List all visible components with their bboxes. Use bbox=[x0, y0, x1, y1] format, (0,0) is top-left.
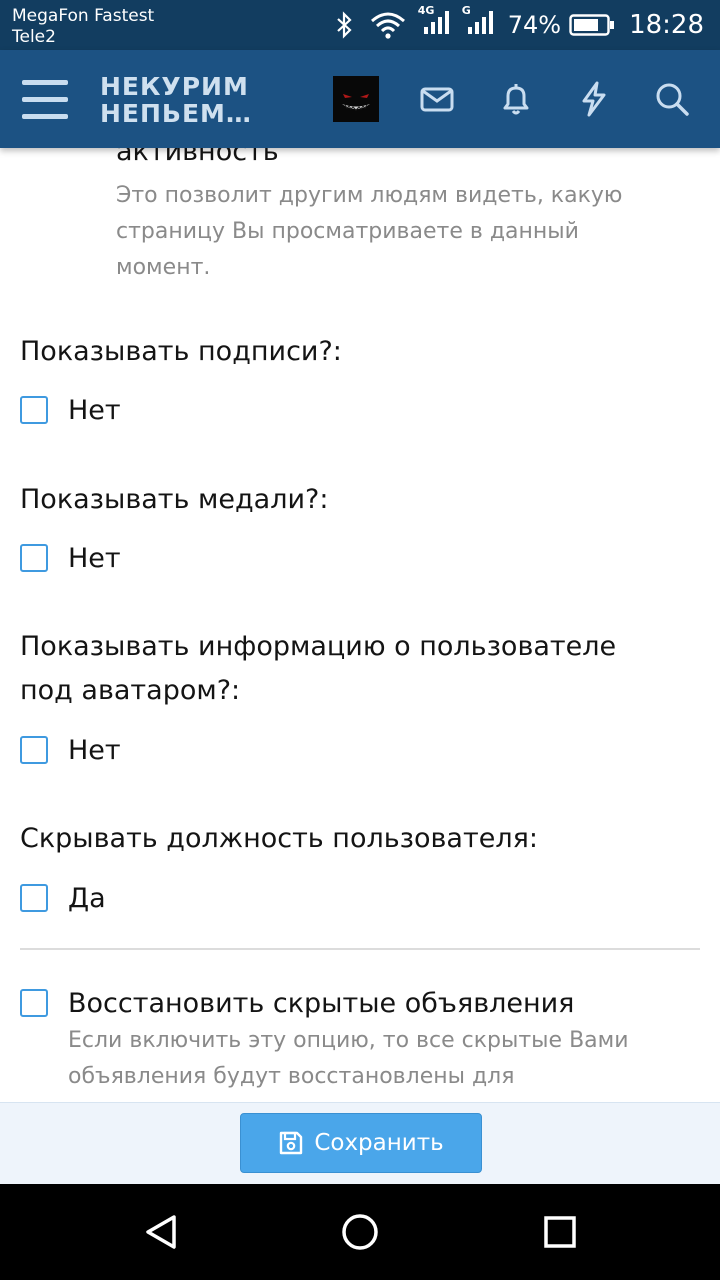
network-type-g: G bbox=[461, 4, 471, 17]
activity-option-description: Это позволит другим людям видеть, какую … bbox=[116, 183, 623, 280]
bluetooth-icon bbox=[336, 11, 352, 39]
preferences-form: активность Это позволит другим людям вид… bbox=[0, 148, 720, 1102]
option-label: Нет bbox=[68, 734, 121, 766]
bell-icon[interactable] bbox=[497, 80, 535, 118]
clock: 18:28 bbox=[629, 10, 704, 40]
logo-line-2: НЕПЬЕМ… bbox=[100, 99, 252, 128]
option-restore-notices[interactable]: Восстановить скрытые объявления bbox=[20, 987, 575, 1019]
save-icon bbox=[280, 1131, 303, 1155]
battery-percent: 74% bbox=[507, 11, 562, 39]
option-show-user-info[interactable]: Нет bbox=[20, 734, 121, 766]
menu-icon[interactable] bbox=[22, 80, 68, 120]
restore-notices-description: Если включить эту опцию, то все скрытые … bbox=[68, 1028, 629, 1089]
option-label: Да bbox=[68, 882, 106, 914]
signal-4g-icon: 4G bbox=[418, 4, 450, 40]
option-label: Восстановить скрытые объявления bbox=[68, 987, 575, 1019]
checkbox[interactable] bbox=[20, 736, 48, 764]
activity-option-title: активность bbox=[116, 148, 279, 167]
network-type-4g: 4G bbox=[417, 4, 435, 17]
signal-g-icon: G bbox=[462, 4, 494, 40]
system-navigation-bar bbox=[0, 1184, 720, 1280]
site-logo[interactable]: НЕКУРИМ НЕПЬЕМ… bbox=[100, 73, 252, 127]
carrier-primary: MegaFon Fastest bbox=[12, 6, 155, 26]
option-hide-user-title[interactable]: Да bbox=[20, 882, 106, 914]
option-show-signatures[interactable]: Нет bbox=[20, 394, 121, 426]
wifi-icon bbox=[370, 12, 405, 39]
checkbox[interactable] bbox=[20, 884, 48, 912]
battery-icon bbox=[569, 14, 615, 36]
question-hide-user-title: Скрывать должность пользователя: bbox=[20, 823, 538, 854]
app-header: НЕКУРИМ НЕПЬЕМ… bbox=[0, 50, 720, 148]
option-label: Нет bbox=[68, 542, 121, 574]
logo-line-1: НЕКУРИМ bbox=[100, 72, 249, 101]
avatar[interactable] bbox=[333, 76, 379, 122]
form-footer: Сохранить bbox=[0, 1102, 720, 1185]
option-show-medals[interactable]: Нет bbox=[20, 542, 121, 574]
status-bar: MegaFon Fastest Tele2 4G G 74% 18:28 bbox=[0, 0, 720, 50]
question-line-1: Показывать информацию о пользователе bbox=[20, 631, 617, 662]
divider bbox=[20, 948, 700, 950]
carrier-secondary: Tele2 bbox=[12, 27, 56, 47]
checkbox[interactable] bbox=[20, 396, 48, 424]
bolt-icon[interactable] bbox=[575, 80, 613, 118]
search-icon[interactable] bbox=[653, 80, 691, 118]
mail-icon[interactable] bbox=[418, 80, 456, 118]
home-icon[interactable] bbox=[340, 1212, 380, 1252]
save-button-label: Сохранить bbox=[314, 1130, 444, 1156]
option-label: Нет bbox=[68, 394, 121, 426]
recent-apps-icon[interactable] bbox=[540, 1212, 580, 1252]
question-show-user-info: Показывать информацию о пользователе под… bbox=[20, 625, 616, 713]
question-show-medals: Показывать медали?: bbox=[20, 484, 329, 515]
checkbox[interactable] bbox=[20, 989, 48, 1017]
question-show-signatures: Показывать подписи?: bbox=[20, 336, 342, 367]
save-button[interactable]: Сохранить bbox=[240, 1113, 482, 1173]
question-line-2: под аватаром?: bbox=[20, 675, 241, 706]
back-icon[interactable] bbox=[142, 1212, 182, 1252]
checkbox[interactable] bbox=[20, 544, 48, 572]
